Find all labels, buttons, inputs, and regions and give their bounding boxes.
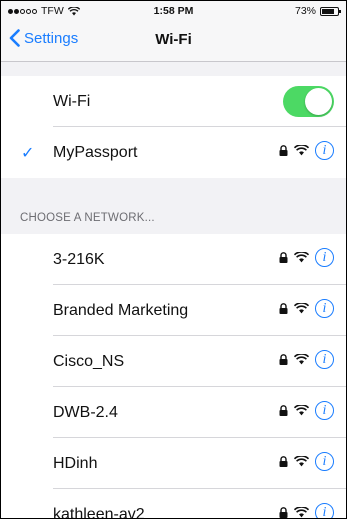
network-name: Cisco_NS (53, 352, 125, 370)
info-button[interactable]: i (315, 299, 334, 318)
info-button[interactable]: i (315, 452, 334, 471)
wifi-signal-icon (294, 252, 309, 263)
wifi-signal-icon (294, 354, 309, 365)
section-header: CHOOSE A NETWORK... (20, 212, 155, 224)
connected-network-row[interactable]: ✓ MyPassport i (1, 127, 346, 178)
info-button[interactable]: i (315, 503, 334, 518)
battery-icon (320, 6, 341, 16)
lock-icon (279, 252, 288, 263)
page-title: Wi-Fi (155, 31, 192, 48)
network-name: DWB-2.4 (53, 403, 118, 421)
network-name: 3-216K (53, 250, 105, 268)
wifi-signal-icon (294, 507, 309, 518)
network-icons: i (279, 503, 334, 518)
status-right: 73% (294, 5, 341, 17)
network-icons: i (279, 141, 334, 160)
checkmark-icon: ✓ (21, 144, 35, 162)
network-icons: i (279, 452, 334, 471)
battery-fill (322, 8, 335, 14)
toggle-knob (305, 88, 332, 115)
network-name: kathleen-av2 (53, 505, 145, 519)
network-icons: i (279, 299, 334, 318)
device-frame: TFW 1:58 PM 73% Settings Wi-Fi Wi-Fi ✓ M… (0, 0, 347, 519)
network-name: Branded Marketing (53, 301, 189, 319)
network-list: 3-216K i Branded Marketing i Cisco_NS i DWB-2.… (1, 234, 346, 519)
wifi-signal-icon (294, 145, 309, 156)
network-row[interactable]: DWB-2.4 i (1, 387, 346, 438)
wifi-signal-icon (294, 456, 309, 467)
info-button[interactable]: i (315, 350, 334, 369)
network-icons: i (279, 248, 334, 267)
navigation-bar: Settings Wi-Fi (1, 21, 346, 62)
network-row[interactable]: Cisco_NS i (1, 336, 346, 387)
status-bar: TFW 1:58 PM 73% (1, 1, 346, 21)
network-row[interactable]: HDinh i (1, 438, 346, 489)
info-button[interactable]: i (315, 401, 334, 420)
network-icons: i (279, 350, 334, 369)
wifi-status-group: Wi-Fi ✓ MyPassport i (1, 76, 346, 178)
connected-network-name: MyPassport (53, 143, 138, 161)
wifi-toggle-label: Wi-Fi (53, 92, 91, 110)
network-icons: i (279, 401, 334, 420)
network-name: HDinh (53, 454, 98, 472)
lock-icon (279, 303, 288, 314)
wifi-signal-icon (294, 405, 309, 416)
lock-icon (279, 507, 288, 518)
network-row[interactable]: Branded Marketing i (1, 285, 346, 336)
network-row[interactable]: kathleen-av2 i (1, 489, 346, 519)
lock-icon (279, 405, 288, 416)
network-row[interactable]: 3-216K i (1, 234, 346, 285)
wifi-toggle-row: Wi-Fi (1, 76, 346, 127)
info-button[interactable]: i (315, 141, 334, 160)
info-button[interactable]: i (315, 248, 334, 267)
battery-percent: 73% (294, 5, 316, 17)
lock-icon (279, 456, 288, 467)
lock-icon (279, 145, 288, 156)
wifi-signal-icon (294, 303, 309, 314)
wifi-toggle-switch[interactable] (283, 86, 334, 117)
lock-icon (279, 354, 288, 365)
